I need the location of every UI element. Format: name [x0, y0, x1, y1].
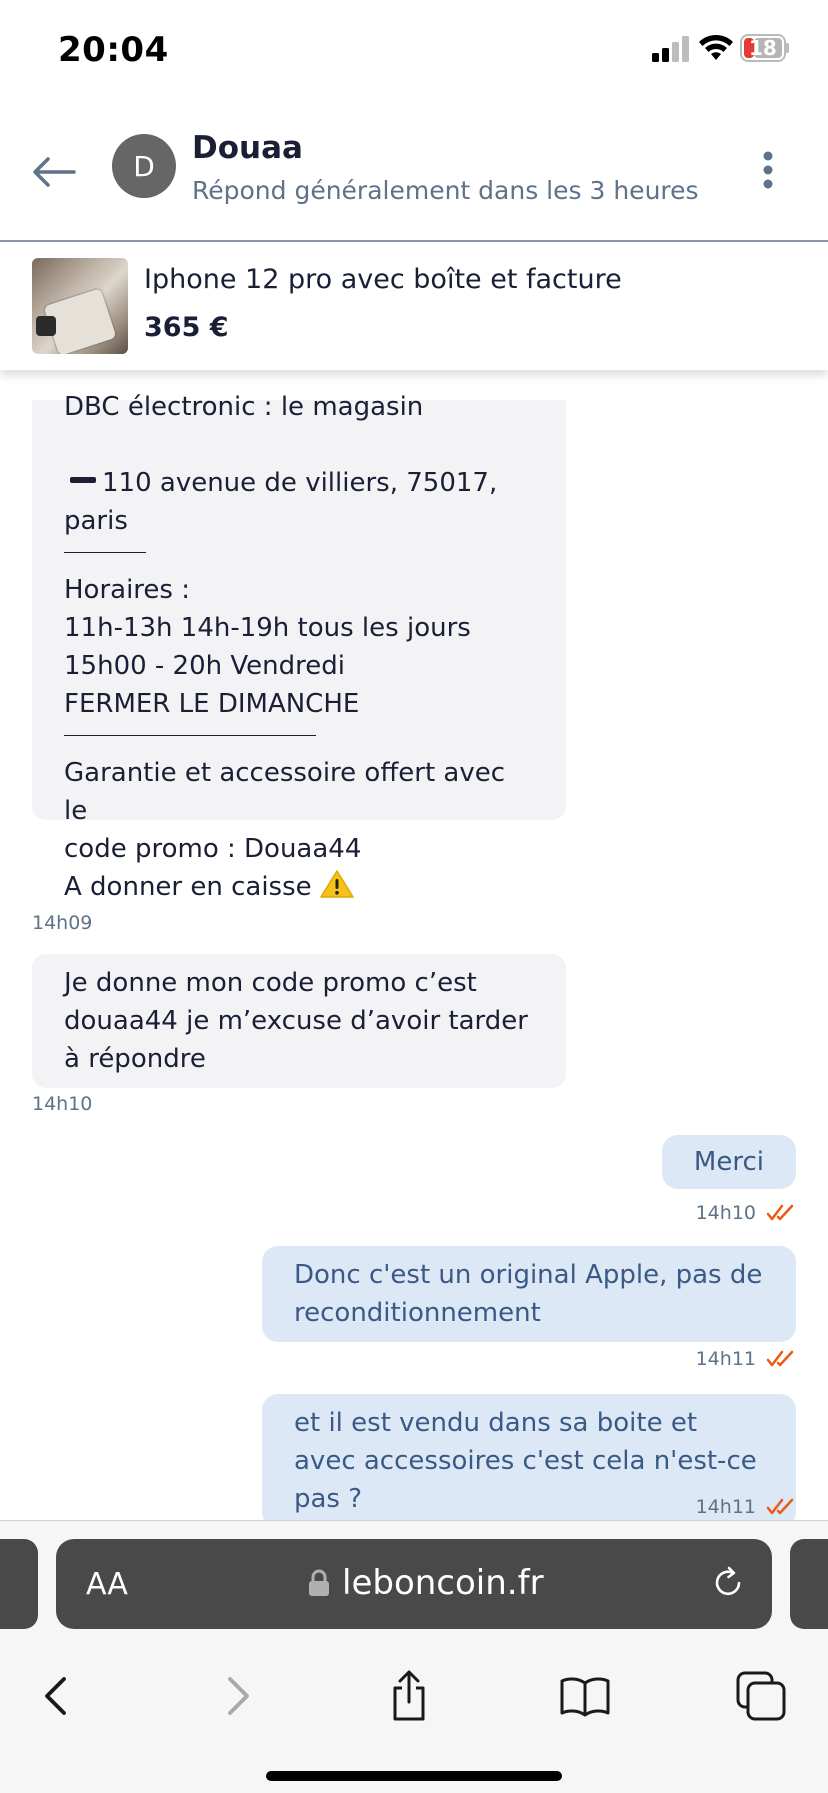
bookmarks-icon[interactable]	[558, 1669, 612, 1723]
message-line: 11h-13h 14h-19h tous les jours	[64, 613, 471, 643]
battery-level: 18	[749, 36, 777, 60]
cellular-signal-icon	[652, 36, 689, 62]
message-timestamp: 14h09	[32, 912, 93, 934]
message-line: DBC électronic : le magasin	[64, 392, 424, 422]
outgoing-message-bubble: Merci	[661, 1135, 796, 1189]
message-text: Merci	[693, 1147, 764, 1177]
listing-title: Iphone 12 pro avec boîte et facture	[144, 264, 622, 295]
reader-settings-button[interactable]: AA	[86, 1567, 128, 1602]
battery-icon: 18	[740, 34, 790, 62]
message-line: FERMER LE DIMANCHE	[64, 689, 360, 719]
message-text: et il est vendu dans sa boite et avec ac…	[294, 1408, 757, 1514]
previous-tab-preview[interactable]	[0, 1539, 38, 1629]
address-bar[interactable]: AA leboncoin.fr	[56, 1539, 772, 1629]
message-line: 15h00 - 20h Vendredi	[64, 651, 345, 681]
browser-chrome: AA leboncoin.fr	[0, 1520, 828, 1793]
message-timestamp: 14h11	[695, 1348, 756, 1370]
wifi-icon	[699, 34, 733, 60]
response-time-text: Répond généralement dans les 3 heures	[192, 176, 699, 205]
lock-icon	[309, 1569, 329, 1596]
message-text: Donc c'est un original Apple, pas de rec…	[294, 1260, 763, 1328]
outgoing-message-bubble: Donc c'est un original Apple, pas de rec…	[262, 1246, 796, 1342]
message-line: A donner en caisse	[64, 868, 534, 906]
read-receipt-icon	[766, 1350, 794, 1367]
divider	[64, 735, 316, 736]
message-line: Garantie et accessoire offert avec le	[64, 758, 506, 826]
reload-icon[interactable]	[710, 1565, 746, 1601]
next-tab-preview[interactable]	[790, 1539, 828, 1629]
forward-icon[interactable]	[210, 1669, 264, 1723]
message-line: 110 avenue de villiers, 75017,	[64, 464, 534, 502]
more-options-icon[interactable]	[752, 146, 784, 194]
message-line: code promo : Douaa44	[64, 834, 362, 864]
dash-icon	[70, 477, 96, 483]
message-text: Je donne mon code promo c’est douaa44 je…	[64, 968, 528, 1074]
message-line: Horaires :	[64, 575, 190, 605]
browser-toolbar	[0, 1651, 828, 1751]
read-receipt-icon	[766, 1204, 794, 1221]
contact-name[interactable]: Douaa	[192, 130, 303, 166]
incoming-message-bubble: Je donne mon code promo c’est douaa44 je…	[32, 954, 566, 1088]
share-icon[interactable]	[382, 1669, 436, 1723]
status-time: 20:04	[58, 30, 169, 70]
status-bar: 20:04 18	[0, 0, 828, 100]
listing-card[interactable]: Iphone 12 pro avec boîte et facture 365 …	[0, 242, 828, 370]
warning-icon	[320, 870, 354, 898]
message-status: 14h11	[696, 1496, 796, 1518]
listing-price: 365 €	[144, 312, 229, 343]
read-receipt-icon	[766, 1498, 794, 1515]
incoming-message-bubble: DBC électronic : le magasin 110 avenue d…	[32, 392, 566, 902]
message-timestamp: 14h10	[32, 1093, 93, 1115]
back-icon[interactable]	[30, 1669, 84, 1723]
message-timestamp: 14h10	[695, 1202, 756, 1224]
avatar[interactable]: D	[112, 134, 176, 198]
back-arrow-icon[interactable]	[30, 148, 78, 196]
listing-thumbnail	[32, 258, 128, 354]
message-line: paris	[64, 506, 128, 536]
home-indicator[interactable]	[266, 1771, 562, 1781]
message-status: 14h11	[696, 1348, 796, 1370]
message-list[interactable]: DBC électronic : le magasin 110 avenue d…	[0, 370, 828, 1520]
tabs-icon[interactable]	[734, 1669, 788, 1723]
divider	[64, 552, 146, 553]
conversation-header: D Douaa Répond généralement dans les 3 h…	[0, 110, 828, 242]
message-status: 14h10	[696, 1202, 796, 1224]
message-timestamp: 14h11	[695, 1496, 756, 1518]
url-text[interactable]: leboncoin.fr	[342, 1563, 544, 1603]
